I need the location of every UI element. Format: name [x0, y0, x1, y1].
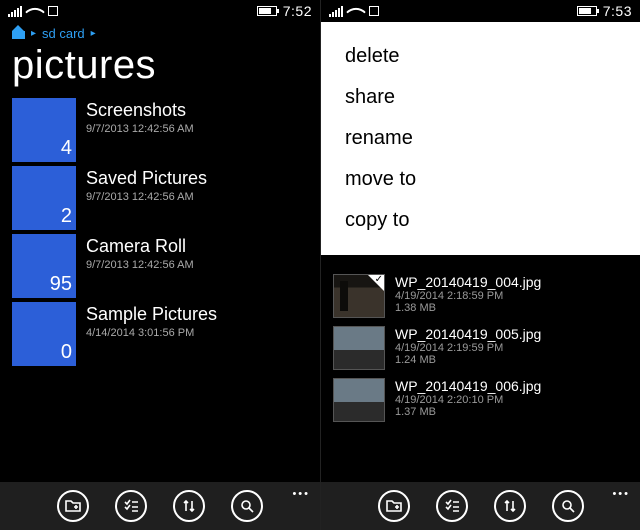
more-button[interactable]: ••• — [292, 488, 310, 500]
select-icon — [123, 498, 139, 514]
folder-timestamp: 9/7/2013 12:42:56 AM — [86, 191, 207, 203]
search-button[interactable] — [231, 490, 263, 522]
menu-item-delete[interactable]: delete — [321, 36, 640, 77]
file-row[interactable]: WP_20140419_005.jpg 4/19/2014 2:19:59 PM… — [333, 322, 628, 374]
folder-tile[interactable]: 95 — [12, 234, 76, 298]
sort-icon — [181, 498, 197, 514]
menu-item-move-to[interactable]: move to — [321, 159, 640, 200]
breadcrumb[interactable]: ▸ sd card ▸ — [0, 22, 320, 41]
file-thumbnail[interactable] — [333, 378, 385, 422]
folder-timestamp: 4/14/2014 3:01:56 PM — [86, 327, 217, 339]
signal-icon — [8, 5, 22, 17]
folder-name: Screenshots — [86, 100, 194, 121]
search-icon — [239, 498, 255, 514]
sort-button[interactable] — [494, 490, 526, 522]
clock: 7:52 — [283, 3, 312, 19]
select-icon — [444, 498, 460, 514]
file-row[interactable]: WP_20140419_006.jpg 4/19/2014 2:20:10 PM… — [333, 374, 628, 426]
folder-plus-icon — [386, 498, 402, 514]
notification-icon — [369, 6, 379, 16]
folder-tile[interactable]: 2 — [12, 166, 76, 230]
folder-row[interactable]: 95 Camera Roll 9/7/2013 12:42:56 AM — [12, 234, 308, 298]
folder-row[interactable]: 0 Sample Pictures 4/14/2014 3:01:56 PM — [12, 302, 308, 366]
select-button[interactable] — [115, 490, 147, 522]
file-name: WP_20140419_005.jpg — [395, 326, 541, 342]
sort-button[interactable] — [173, 490, 205, 522]
file-timestamp: 4/19/2014 2:20:10 PM — [395, 394, 541, 406]
folder-count: 2 — [61, 205, 72, 228]
folder-tile[interactable]: 0 — [12, 302, 76, 366]
menu-item-rename[interactable]: rename — [321, 118, 640, 159]
wifi-icon — [349, 5, 363, 17]
check-icon: ✓ — [375, 274, 383, 285]
notification-icon — [48, 6, 58, 16]
file-size: 1.38 MB — [395, 302, 541, 314]
file-thumbnail[interactable]: ✓ — [333, 274, 385, 318]
new-folder-button[interactable] — [378, 490, 410, 522]
status-bar: 7:52 — [0, 0, 320, 22]
folder-plus-icon — [65, 498, 81, 514]
app-bar: ••• — [0, 482, 320, 530]
home-icon[interactable] — [12, 28, 25, 39]
select-button[interactable] — [436, 490, 468, 522]
file-timestamp: 4/19/2014 2:19:59 PM — [395, 342, 541, 354]
folder-count: 4 — [61, 137, 72, 160]
folder-count: 95 — [50, 273, 72, 296]
signal-icon — [329, 5, 343, 17]
file-size: 1.24 MB — [395, 354, 541, 366]
chevron-right-icon: ▸ — [31, 28, 36, 39]
battery-icon — [577, 6, 597, 16]
context-menu: delete share rename move to copy to — [321, 22, 640, 255]
folder-list: 4 Screenshots 9/7/2013 12:42:56 AM 2 Sav… — [0, 98, 320, 482]
file-thumbnail[interactable] — [333, 326, 385, 370]
app-bar: ••• — [321, 482, 640, 530]
file-timestamp: 4/19/2014 2:18:59 PM — [395, 290, 541, 302]
folder-tile[interactable]: 4 — [12, 98, 76, 162]
file-list: ✓ WP_20140419_004.jpg 4/19/2014 2:18:59 … — [321, 270, 640, 482]
right-phone: 7:53 delete share rename move to copy to… — [320, 0, 640, 530]
folder-count: 0 — [61, 341, 72, 364]
clock: 7:53 — [603, 3, 632, 19]
folder-timestamp: 9/7/2013 12:42:56 AM — [86, 123, 194, 135]
file-name: WP_20140419_004.jpg — [395, 274, 541, 290]
page-title: pictures — [0, 41, 320, 98]
sort-icon — [502, 498, 518, 514]
breadcrumb-label[interactable]: sd card — [42, 26, 85, 41]
folder-name: Sample Pictures — [86, 304, 217, 325]
search-button[interactable] — [552, 490, 584, 522]
folder-row[interactable]: 4 Screenshots 9/7/2013 12:42:56 AM — [12, 98, 308, 162]
wifi-icon — [28, 5, 42, 17]
file-row[interactable]: ✓ WP_20140419_004.jpg 4/19/2014 2:18:59 … — [333, 270, 628, 322]
left-phone: 7:52 ▸ sd card ▸ pictures 4 Screenshots … — [0, 0, 320, 530]
folder-timestamp: 9/7/2013 12:42:56 AM — [86, 259, 194, 271]
new-folder-button[interactable] — [57, 490, 89, 522]
menu-item-copy-to[interactable]: copy to — [321, 200, 640, 241]
chevron-right-icon: ▸ — [91, 28, 96, 39]
file-name: WP_20140419_006.jpg — [395, 378, 541, 394]
file-size: 1.37 MB — [395, 406, 541, 418]
folder-name: Camera Roll — [86, 236, 194, 257]
folder-row[interactable]: 2 Saved Pictures 9/7/2013 12:42:56 AM — [12, 166, 308, 230]
status-bar: 7:53 — [321, 0, 640, 22]
more-button[interactable]: ••• — [612, 488, 630, 500]
menu-item-share[interactable]: share — [321, 77, 640, 118]
search-icon — [560, 498, 576, 514]
folder-name: Saved Pictures — [86, 168, 207, 189]
battery-icon — [257, 6, 277, 16]
